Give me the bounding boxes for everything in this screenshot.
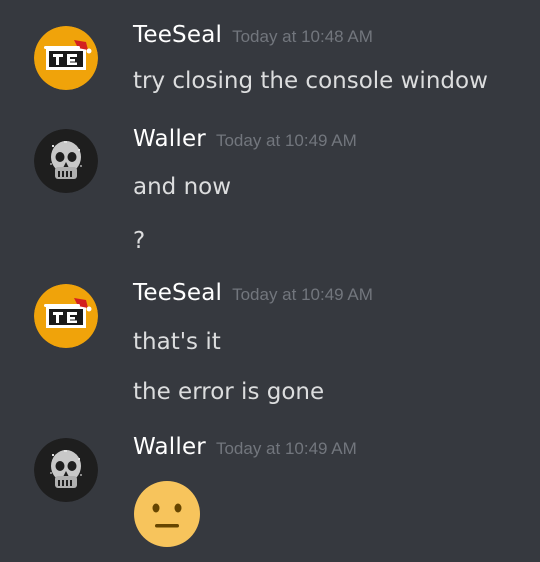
timestamp[interactable]: Today at 10:49 AM [216,131,357,150]
message-text: and now [133,174,232,200]
message-header: TeeSeal Today at 10:49 AM [133,280,373,306]
user-avatar[interactable] [34,284,98,348]
message-text: that's it [133,329,221,355]
user-avatar[interactable] [34,438,98,502]
timestamp[interactable]: Today at 10:49 AM [232,285,373,304]
teeseal-logo-icon [34,26,98,90]
message-text: try closing the console window [133,68,488,94]
message-header: Waller Today at 10:49 AM [133,126,357,152]
chat-message-list: TeeSeal Today at 10:48 AM try closing the… [0,0,540,562]
skull-icon [34,438,98,502]
message-header: Waller Today at 10:49 AM [133,434,357,460]
neutral-face-icon[interactable] [133,480,201,552]
teeseal-logo-icon [34,284,98,348]
username[interactable]: Waller [133,126,206,152]
user-avatar[interactable] [34,129,98,193]
skull-icon [34,129,98,193]
username[interactable]: TeeSeal [133,22,222,48]
message-text: ? [133,228,146,254]
timestamp[interactable]: Today at 10:49 AM [216,439,357,458]
message-header: TeeSeal Today at 10:48 AM [133,22,373,48]
user-avatar[interactable] [34,26,98,90]
username[interactable]: TeeSeal [133,280,222,306]
timestamp[interactable]: Today at 10:48 AM [232,27,373,46]
message-text: the error is gone [133,379,325,405]
username[interactable]: Waller [133,434,206,460]
